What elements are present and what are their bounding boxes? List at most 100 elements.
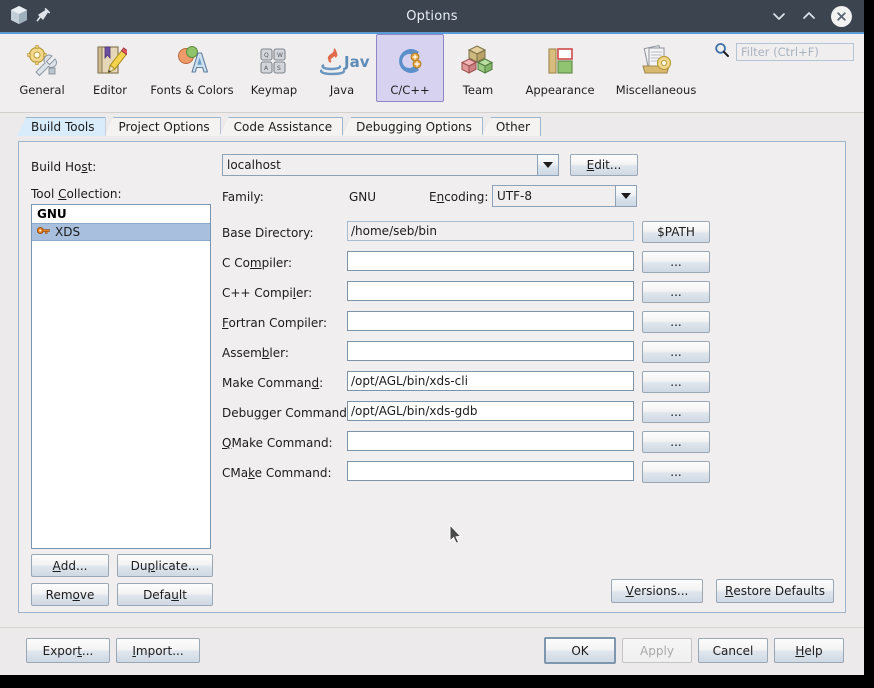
cmake-command-browse-button[interactable]: ... (642, 461, 710, 483)
cpp-compiler-browse-button[interactable]: ... (642, 281, 710, 303)
search-icon (714, 42, 730, 61)
tab-project-options[interactable]: Project Options (104, 117, 221, 136)
fortran-compiler-browse-button[interactable]: ... (642, 311, 710, 333)
tab-code-assistance[interactable]: Code Assistance (219, 117, 344, 136)
list-item-label: XDS (55, 225, 81, 239)
family-value: GNU (349, 190, 377, 204)
apply-button: Apply (622, 638, 692, 663)
key-icon (36, 223, 50, 241)
debugger-command-input[interactable] (347, 401, 634, 421)
filter-input[interactable] (736, 42, 854, 61)
category-label: Keymap (250, 83, 298, 97)
remove-button[interactable]: Rem o ve (31, 583, 109, 606)
tab-label: Project Options (118, 120, 210, 134)
title-bar-left-icons (0, 5, 150, 28)
assembler-input[interactable] (347, 341, 634, 361)
tab-other[interactable]: Other (481, 117, 541, 136)
tab-debugging-options[interactable]: Debugging Options (342, 117, 483, 136)
chevron-down-icon[interactable] (615, 186, 636, 206)
tab-label: Build Tools (31, 120, 95, 134)
ok-button[interactable]: OK (544, 637, 616, 664)
make-command-input[interactable] (347, 371, 634, 391)
build-host-combo[interactable]: localhost (222, 154, 559, 176)
tool-collection-list[interactable]: GNU XDS (31, 204, 211, 549)
misc-gear-icon (639, 41, 673, 81)
path-button[interactable]: $PATH (642, 221, 710, 243)
gear-wrench-icon (25, 41, 59, 81)
category-editor[interactable]: Editor (76, 34, 144, 102)
c-plus-plus-icon (393, 41, 427, 81)
maximize-button[interactable] (801, 8, 817, 24)
list-item[interactable]: GNU (32, 205, 210, 223)
tab-label: Debugging Options (356, 120, 472, 134)
add-button[interactable]: Add... (31, 554, 109, 577)
fortran-compiler-label: Fortran Compiler: (222, 316, 328, 330)
export-button[interactable]: Expor t... (26, 638, 110, 663)
family-label: Family: (222, 190, 264, 204)
options-window: Options General Editor Fonts & Colors Q … (0, 0, 864, 675)
encoding-value: UTF-8 (497, 189, 532, 203)
edit-button[interactable]: Edit... (570, 154, 638, 176)
list-item-label: GNU (37, 207, 67, 221)
pin-icon[interactable] (36, 7, 51, 25)
category-appearance[interactable]: Appearance (512, 34, 608, 102)
tab-build-tools[interactable]: Build Tools (17, 117, 106, 136)
window-controls (771, 5, 864, 27)
build-host-value: localhost (227, 158, 281, 172)
list-item[interactable]: XDS (32, 223, 210, 241)
category-label: Team (462, 83, 494, 97)
cmake-command-input[interactable] (347, 461, 634, 481)
encoding-combo[interactable]: UTF-8 (492, 185, 637, 207)
minimize-button[interactable] (771, 8, 787, 24)
qmake-command-browse-button[interactable]: ... (642, 431, 710, 453)
category-label: Miscellaneous (615, 83, 697, 97)
base-directory-input[interactable] (347, 221, 634, 241)
svg-text:Q: Q (264, 52, 269, 59)
category-team[interactable]: Team (444, 34, 512, 102)
category-label: General (19, 83, 65, 97)
category-label: Java (329, 83, 355, 97)
duplicate-button[interactable]: Du p licate... (117, 554, 213, 577)
make-command-browse-button[interactable]: ... (642, 371, 710, 393)
base-directory-label: Base Directory: (222, 226, 314, 240)
debugger-command-browse-button[interactable]: ... (642, 401, 710, 423)
font-colors-icon (175, 41, 209, 81)
tab-label: Other (495, 120, 530, 134)
book-pencil-icon (93, 41, 127, 81)
qmake-command-input[interactable] (347, 431, 634, 451)
category-toolbar: General Editor Fonts & Colors Q W A S Ke… (0, 34, 864, 113)
fortran-compiler-input[interactable] (347, 311, 634, 331)
help-button[interactable]: Help (774, 638, 844, 663)
title-bar: Options (0, 0, 864, 34)
restore-defaults-button[interactable]: Restore Defaults (716, 579, 834, 603)
close-button[interactable] (831, 5, 852, 27)
default-button[interactable]: Defa u lt (117, 583, 213, 606)
import-button[interactable]: Import... (116, 638, 200, 663)
debugger-command-label: Debugger Command: (222, 406, 351, 420)
chevron-down-icon[interactable] (537, 155, 558, 175)
java-icon: Java (314, 41, 370, 81)
cpp-compiler-label: C++ Compiler: (222, 286, 313, 300)
appearance-icon (543, 41, 577, 81)
category-general[interactable]: General (8, 34, 76, 102)
category-keymap[interactable]: QW AS Keymap (240, 34, 308, 102)
category-label: Editor (92, 83, 128, 97)
versions-button[interactable]: Versions... (611, 579, 703, 603)
category-java[interactable]: Java Java (308, 34, 376, 102)
svg-text:W: W (277, 52, 283, 59)
category-miscellaneous[interactable]: Miscellaneous (608, 34, 704, 102)
category-c-cpp[interactable]: C/C++ (376, 34, 444, 102)
build-tools-panel: Build Host: Tool Collection: GNU XDS A d… (18, 141, 846, 613)
cpp-compiler-input[interactable] (347, 281, 634, 301)
make-command-label: Make Command: (222, 376, 324, 390)
c-compiler-browse-button[interactable]: ... (642, 251, 710, 273)
category-fonts-and-colors[interactable]: Fonts & Colors (144, 34, 240, 102)
cancel-button[interactable]: Cancel (698, 638, 768, 663)
dialog-button-bar: Expor t... Import... OK Apply Cancel Help (0, 627, 864, 675)
category-label: Appearance (525, 83, 595, 97)
category-label: Fonts & Colors (150, 83, 234, 97)
tab-bar: Build Tools Project Options Code Assista… (0, 117, 864, 136)
c-compiler-input[interactable] (347, 251, 634, 271)
assembler-browse-button[interactable]: ... (642, 341, 710, 363)
tab-label: Code Assistance (233, 120, 333, 134)
